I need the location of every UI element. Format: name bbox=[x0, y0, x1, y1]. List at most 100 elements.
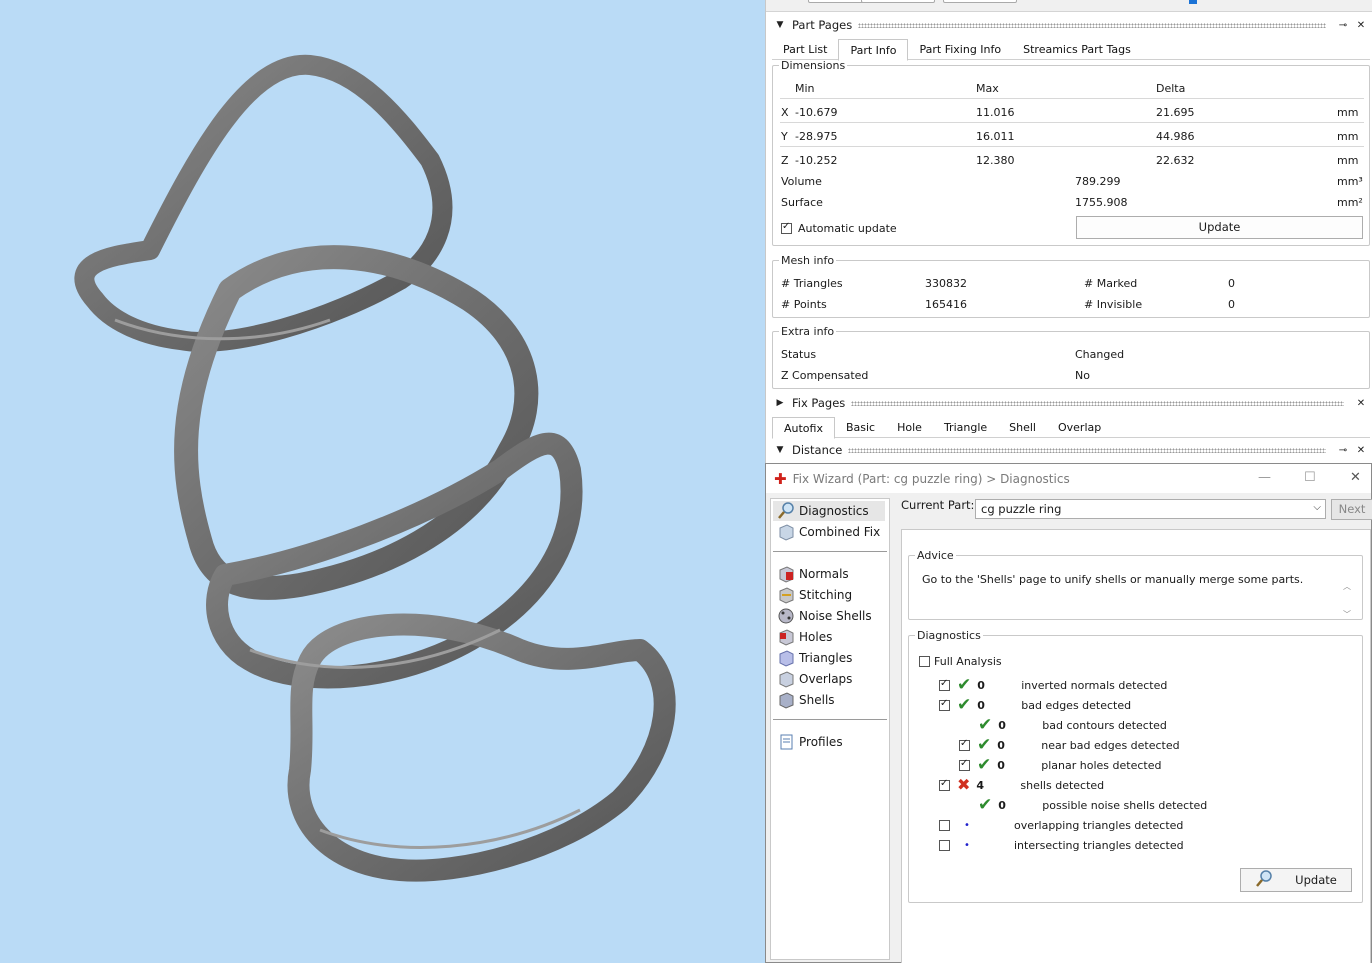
automatic-update-label: Automatic update bbox=[798, 222, 897, 235]
invisible-value: 0 bbox=[1228, 298, 1235, 311]
toolbar-button[interactable] bbox=[943, 0, 1017, 3]
sidebar-label: Shells bbox=[799, 693, 835, 707]
sidebar-label: Diagnostics bbox=[799, 504, 869, 518]
sidebar-item-profiles[interactable]: Profiles bbox=[777, 732, 843, 752]
close-icon[interactable]: ✕ bbox=[1352, 20, 1370, 31]
tab-hole[interactable]: Hole bbox=[886, 417, 933, 438]
tab-streamics-part-tags[interactable]: Streamics Part Tags bbox=[1012, 39, 1142, 60]
next-button[interactable]: Next bbox=[1331, 499, 1372, 520]
diag-label: inverted normals detected bbox=[1021, 678, 1168, 692]
current-part-select[interactable]: cg puzzle ring ⌵ bbox=[975, 499, 1326, 519]
pin-icon[interactable]: ⊸ bbox=[1334, 20, 1352, 31]
normals-icon bbox=[777, 565, 795, 583]
diag-count: 0 bbox=[977, 678, 985, 692]
checkbox-box[interactable] bbox=[959, 738, 970, 751]
grip-dots bbox=[858, 22, 1326, 28]
tab-part-fixing-info[interactable]: Part Fixing Info bbox=[908, 39, 1012, 60]
z-compensated-value: No bbox=[1075, 369, 1090, 382]
sidebar-item-overlaps[interactable]: Overlaps bbox=[777, 669, 852, 689]
advice-scroll[interactable]: ︿ ﹀ bbox=[1343, 573, 1351, 629]
top-toolbar bbox=[766, 0, 1372, 12]
current-part-value: cg puzzle ring bbox=[981, 502, 1062, 516]
triangles-label: # Triangles bbox=[781, 277, 843, 290]
diag-count: 0 bbox=[977, 698, 985, 712]
diag-label: overlapping triangles detected bbox=[1014, 818, 1184, 832]
diag-row-noise-shells: ✔ 0 possible noise shells detected bbox=[978, 796, 1207, 814]
3d-viewport[interactable] bbox=[0, 0, 765, 963]
y-min: -28.975 bbox=[795, 130, 838, 143]
sidebar-item-triangles[interactable]: Triangles bbox=[777, 648, 852, 668]
overlaps-icon bbox=[777, 670, 795, 688]
tab-part-list[interactable]: Part List bbox=[772, 39, 838, 60]
triangles-icon bbox=[777, 649, 795, 667]
tab-shell[interactable]: Shell bbox=[998, 417, 1047, 438]
pin-icon[interactable]: ⊸ bbox=[1334, 445, 1352, 456]
magnifier-icon bbox=[1255, 869, 1273, 891]
checkbox-box[interactable] bbox=[939, 678, 950, 691]
checkbox-box[interactable] bbox=[959, 758, 970, 771]
sidebar-item-noise-shells[interactable]: Noise Shells bbox=[777, 606, 872, 626]
green-check-icon: ✔ bbox=[978, 795, 993, 815]
collapse-triangle-icon[interactable]: ▼ bbox=[772, 445, 788, 455]
diag-row-shells: ✖ 4 shells detected bbox=[939, 776, 1104, 794]
maximize-icon[interactable]: ☐ bbox=[1304, 470, 1316, 485]
sidebar-item-shells[interactable]: Shells bbox=[777, 690, 835, 710]
checkbox-box[interactable] bbox=[939, 778, 950, 791]
x-max: 11.016 bbox=[976, 106, 1015, 119]
green-check-icon: ✔ bbox=[957, 695, 972, 715]
z-compensated-label: Z Compensated bbox=[781, 369, 869, 382]
fix-pages-tabs: Autofix Basic Hole Triangle Shell Overla… bbox=[772, 417, 1370, 439]
checkbox-box[interactable] bbox=[939, 698, 950, 711]
collapse-triangle-icon[interactable]: ▼ bbox=[772, 20, 788, 30]
close-icon[interactable]: ✕ bbox=[1352, 398, 1370, 409]
checkbox-box[interactable] bbox=[939, 839, 950, 851]
part-pages-tabs: Part List Part Info Part Fixing Info Str… bbox=[772, 39, 1370, 61]
automatic-update-checkbox[interactable]: Automatic update bbox=[781, 221, 897, 235]
full-analysis-label: Full Analysis bbox=[934, 655, 1002, 668]
y-unit: mm bbox=[1337, 130, 1359, 143]
diag-label: bad contours detected bbox=[1042, 718, 1167, 732]
tab-triangle[interactable]: Triangle bbox=[933, 417, 998, 438]
sidebar-item-diagnostics[interactable]: Diagnostics bbox=[773, 501, 885, 521]
fix-pages-header[interactable]: ▶ Fix Pages ✕ bbox=[772, 393, 1370, 413]
full-analysis-checkbox[interactable]: Full Analysis bbox=[919, 655, 1002, 668]
tab-part-info[interactable]: Part Info bbox=[838, 39, 909, 61]
noise-shells-icon bbox=[777, 607, 795, 625]
tab-basic[interactable]: Basic bbox=[835, 417, 886, 438]
checkbox-box[interactable] bbox=[919, 656, 930, 667]
points-label: # Points bbox=[781, 298, 827, 311]
profiles-icon bbox=[777, 733, 795, 751]
sidebar-item-combined-fix[interactable]: Combined Fix bbox=[777, 522, 880, 542]
grip-dots bbox=[851, 400, 1344, 406]
expand-triangle-icon[interactable]: ▶ bbox=[772, 398, 788, 408]
sidebar-item-holes[interactable]: Holes bbox=[777, 627, 832, 647]
mesh-info-legend: Mesh info bbox=[781, 254, 835, 267]
green-check-icon: ✔ bbox=[977, 755, 992, 775]
sidebar-item-stitching[interactable]: Stitching bbox=[777, 585, 852, 605]
part-pages-header[interactable]: ▼ Part Pages ⊸ ✕ bbox=[772, 15, 1370, 35]
minimize-icon[interactable]: — bbox=[1258, 470, 1271, 485]
status-label: Status bbox=[781, 348, 817, 361]
diag-label: possible noise shells detected bbox=[1042, 798, 1208, 812]
volume-unit: mm³ bbox=[1337, 175, 1363, 188]
checkbox-box[interactable] bbox=[781, 221, 792, 234]
diag-label: near bad edges detected bbox=[1041, 738, 1180, 752]
puzzle-ring-model bbox=[74, 54, 676, 882]
close-icon[interactable]: ✕ bbox=[1350, 470, 1361, 485]
diag-label: intersecting triangles detected bbox=[1014, 838, 1184, 852]
update-button[interactable]: Update bbox=[1076, 216, 1363, 239]
grip-dots bbox=[848, 447, 1326, 453]
tab-overlap[interactable]: Overlap bbox=[1047, 417, 1112, 438]
diagnostics-update-button[interactable]: Update bbox=[1240, 868, 1352, 892]
sidebar-label: Combined Fix bbox=[799, 525, 881, 539]
tab-autofix[interactable]: Autofix bbox=[772, 417, 835, 439]
sidebar-item-normals[interactable]: Normals bbox=[777, 564, 849, 584]
toolbar-button[interactable] bbox=[861, 0, 935, 3]
close-icon[interactable]: ✕ bbox=[1352, 445, 1370, 456]
diag-count: 4 bbox=[976, 778, 985, 792]
checkbox-box[interactable] bbox=[939, 819, 950, 831]
diag-count: 0 bbox=[997, 738, 1005, 752]
sidebar-label: Normals bbox=[799, 567, 849, 581]
distance-header[interactable]: ▼ Distance ⊸ ✕ bbox=[772, 440, 1370, 460]
header-min: Min bbox=[795, 82, 815, 95]
